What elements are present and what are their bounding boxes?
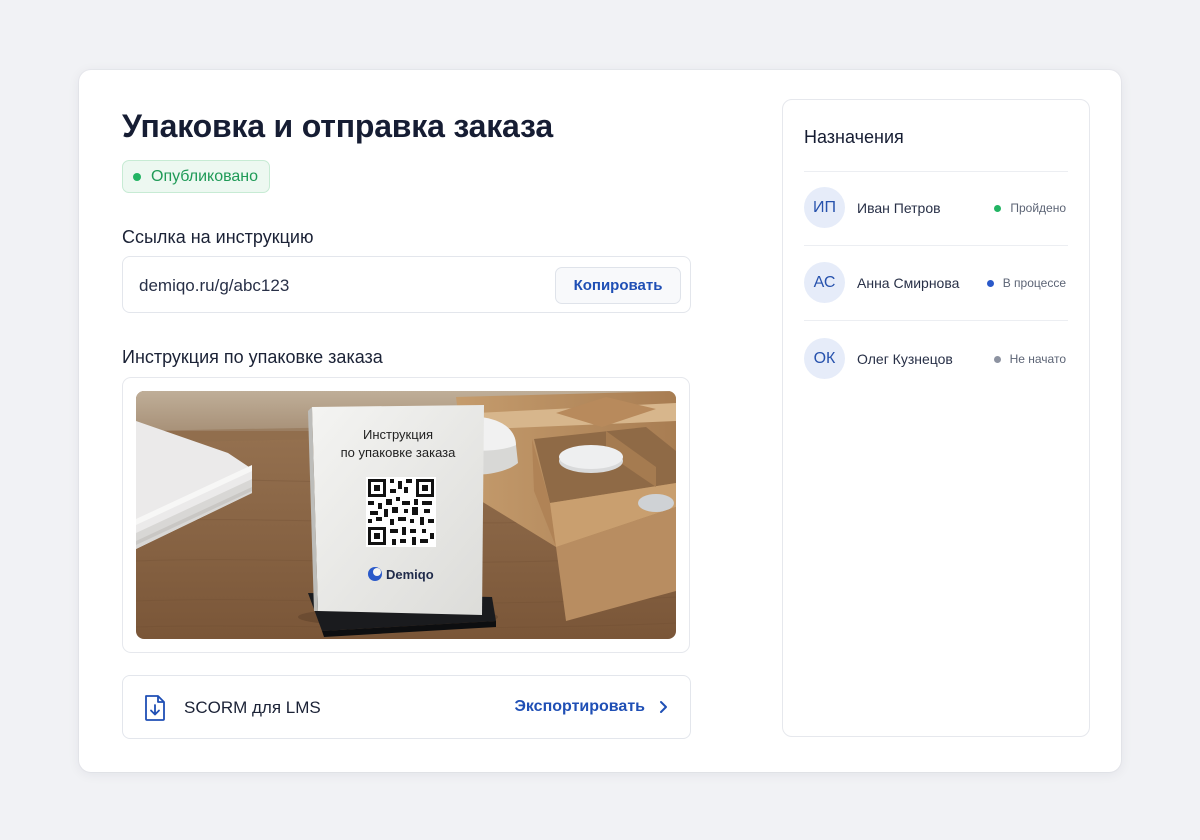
divider (804, 245, 1068, 246)
copy-button[interactable]: Копировать (555, 267, 681, 304)
assignee-name: Анна Смирнова (857, 275, 960, 291)
link-field[interactable]: demiqo.ru/g/abc123 Копировать (122, 256, 691, 313)
preview-frame: Инструкция по упаковке заказа Demiqo (122, 377, 690, 653)
assignments-title: Назначения (804, 127, 904, 147)
link-section-label: Ссылка на инструкцию (122, 227, 314, 247)
link-url[interactable]: demiqo.ru/g/abc123 (139, 276, 289, 296)
preview-section-label: Инструкция по упаковке заказа (122, 347, 383, 367)
assignee-status: Не начато (993, 352, 1066, 366)
avatar: АС (804, 262, 845, 303)
guide-card: Упаковка и отправка заказа Опубликовано … (79, 70, 1121, 772)
assignee-row[interactable]: АС Анна Смирнова В процессе (804, 247, 1068, 319)
assignee-status-label: Пройдено (1010, 201, 1066, 215)
status-badge: Опубликовано (122, 160, 271, 193)
assignee-name: Иван Петров (857, 200, 941, 216)
sign-brand: Demiqo (386, 567, 434, 582)
assignee-status-label: В процессе (1002, 276, 1066, 290)
status-dot (986, 279, 994, 287)
preview-image[interactable]: Инструкция по упаковке заказа Demiqo (136, 391, 676, 639)
assignments-panel: Назначения ИП Иван Петров Пройдено АС Ан… (782, 99, 1090, 737)
status-dot (993, 355, 1001, 363)
qr-code-icon (366, 477, 436, 547)
assignee-status: В процессе (986, 276, 1066, 290)
avatar: ОК (804, 338, 845, 379)
assignee-row[interactable]: ОК Олег Кузнецов Не начато (804, 323, 1068, 395)
assignee-status: Пройдено (994, 201, 1066, 215)
sign-line2: по упаковке заказа (341, 445, 457, 460)
scorm-label: SCORM для LMS (184, 698, 321, 717)
page-title: Упаковка и отправка заказа (122, 108, 553, 144)
export-button[interactable]: Экспортировать (515, 698, 669, 716)
avatar: ИП (804, 187, 845, 228)
status-badge-label: Опубликовано (151, 167, 259, 185)
assignee-status-label: Не начато (1009, 352, 1066, 366)
demiqo-logo-icon (368, 567, 382, 581)
status-dot (133, 172, 141, 181)
status-dot (994, 204, 1002, 212)
sign-line1: Инструкция (363, 427, 433, 442)
divider (804, 320, 1068, 321)
export-button-label[interactable]: Экспортировать (515, 698, 646, 716)
scorm-export-row[interactable]: SCORM для LMS Экспортировать (122, 675, 691, 739)
file-download-icon (145, 695, 165, 721)
assignee-row[interactable]: ИП Иван Петров Пройдено (804, 172, 1068, 244)
assignee-name: Олег Кузнецов (857, 351, 953, 367)
chevron-right-icon[interactable] (659, 700, 668, 714)
